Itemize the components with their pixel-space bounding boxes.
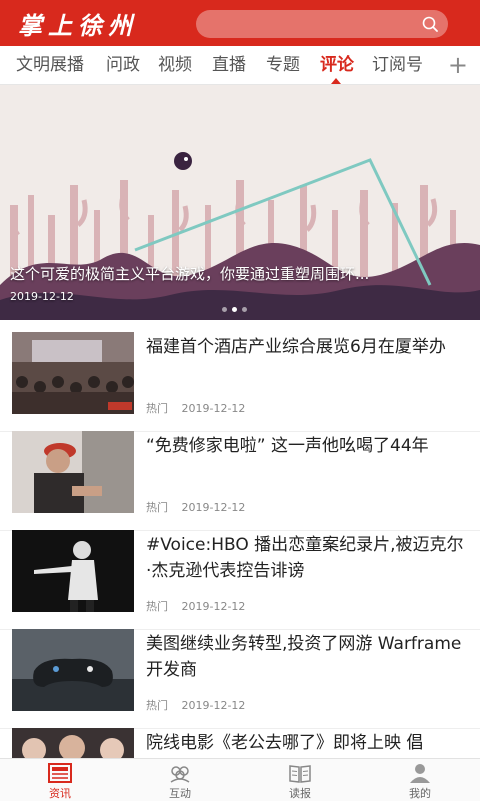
add-tab-button[interactable]: + [448,48,468,82]
news-meta: 热门 2019-12-12 [146,499,245,515]
news-tag: 热门 [146,699,168,712]
nav-profile[interactable]: 我的 [360,759,480,801]
nav-profile-label: 我的 [409,787,431,800]
news-item[interactable]: 院线电影《老公去哪了》即将上映 倡 [0,728,480,758]
news-title[interactable]: 福建首个酒店产业综合展览6月在厦举办 [146,334,466,360]
search-icon[interactable] [422,16,438,32]
nav-news[interactable]: 资讯 [0,759,120,801]
search-bar[interactable] [196,10,448,38]
banner-date: 2019-12-12 [10,290,74,303]
news-title[interactable]: 美图继续业务转型,投资了网游 Warframe 开发商 [146,631,466,683]
app-logo[interactable]: 掌上徐州 [18,6,138,41]
carousel-dot[interactable] [222,307,227,312]
nav-read-paper-label: 读报 [289,787,311,800]
news-tag: 热门 [146,402,168,415]
news-tag: 热门 [146,501,168,514]
nav-read-paper[interactable]: 读报 [240,759,360,801]
news-thumbnail [12,530,134,612]
news-thumbnail [12,728,134,758]
bottom-navigation: 资讯 互动 读报 我的 [0,758,480,801]
carousel-dot[interactable] [242,307,247,312]
active-tab-indicator [331,78,341,84]
banner-image [0,85,480,320]
tab-live[interactable]: 直播 [212,46,246,84]
news-title[interactable]: “免费修家电啦” 这一声他吆喝了44年 [146,433,466,459]
news-date: 2019-12-12 [181,402,246,415]
news-title[interactable]: 院线电影《老公去哪了》即将上映 倡 [146,730,466,756]
news-item[interactable]: 美图继续业务转型,投资了网游 Warframe 开发商 热门 2019-12-1… [0,629,480,729]
featured-banner[interactable]: 这个可爱的极简主义平台游戏，你要通过重塑周围环... 2019-12-12 [0,85,480,320]
community-icon [170,766,190,783]
nav-interaction-label: 互动 [169,787,191,800]
news-date: 2019-12-12 [181,501,246,514]
news-thumbnail [12,431,134,513]
app-header: 掌上徐州 [0,0,480,46]
tab-video[interactable]: 视频 [158,46,192,84]
user-icon [410,764,430,783]
tab-wenming[interactable]: 文明展播 [16,46,84,84]
book-icon [289,765,311,783]
banner-caption[interactable]: 这个可爱的极简主义平台游戏，你要通过重塑周围环... [10,263,470,284]
nav-interaction[interactable]: 互动 [120,759,240,801]
news-meta: 热门 2019-12-12 [146,598,245,614]
category-tabs: 文明展播 问政 视频 直播 专题 评论 订阅号 + [0,46,480,85]
news-tag: 热门 [146,600,168,613]
tab-subscription[interactable]: 订阅号 [372,46,423,84]
nav-news-label: 资讯 [49,787,71,800]
news-date: 2019-12-12 [181,600,246,613]
news-title[interactable]: #Voice:HBO 播出恋童案纪录片,被迈克尔·杰克逊代表控告诽谤 [146,532,466,584]
news-thumbnail [12,332,134,414]
news-item[interactable]: 福建首个酒店产业综合展览6月在厦举办 热门 2019-12-12 [0,332,480,432]
news-item[interactable]: #Voice:HBO 播出恋童案纪录片,被迈克尔·杰克逊代表控告诽谤 热门 20… [0,530,480,630]
tab-special[interactable]: 专题 [266,46,300,84]
news-date: 2019-12-12 [181,699,246,712]
news-thumbnail [12,629,134,711]
tab-wenzheng[interactable]: 问政 [106,46,140,84]
carousel-dot-active[interactable] [232,307,237,312]
news-icon [48,763,72,783]
news-meta: 热门 2019-12-12 [146,400,245,416]
news-item[interactable]: “免费修家电啦” 这一声他吆喝了44年 热门 2019-12-12 [0,431,480,531]
news-meta: 热门 2019-12-12 [146,697,245,713]
